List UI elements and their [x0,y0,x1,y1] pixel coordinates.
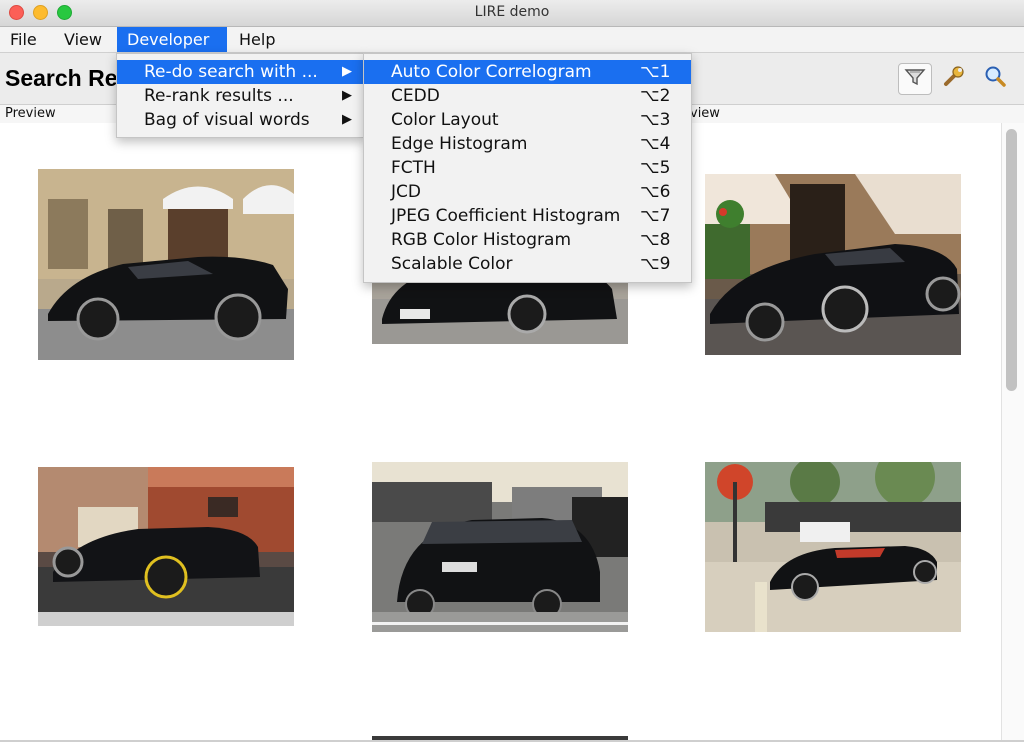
shortcut-label: ⌥1 [640,62,671,82]
submenu-item-jcd[interactable]: JCD ⌥6 [364,180,691,204]
search-button[interactable] [979,63,1011,93]
settings-button[interactable] [938,63,970,93]
submenu-item-label: CEDD [391,86,440,106]
submenu-item-label: Color Layout [391,110,499,130]
redo-search-submenu: Auto Color Correlogram ⌥1 CEDD ⌥2 Color … [363,53,692,283]
submenu-item-label: Auto Color Correlogram [391,62,592,82]
menu-item-label: Re-do search with ... [144,62,318,82]
submenu-item-label: Scalable Color [391,254,513,274]
submenu-item-color-layout[interactable]: Color Layout ⌥3 [364,108,691,132]
submenu-item-edge-histogram[interactable]: Edge Histogram ⌥4 [364,132,691,156]
shortcut-label: ⌥3 [640,110,671,130]
search-icon [983,64,1007,92]
menu-item-bag-of-visual-words[interactable]: Bag of visual words ▶ [117,108,364,132]
result-thumbnail[interactable] [38,467,294,626]
menu-view[interactable]: View [54,27,112,52]
vertical-scrollbar[interactable] [1001,123,1024,740]
column-header-preview[interactable]: Preview [5,106,56,121]
submenu-item-scalable-color[interactable]: Scalable Color ⌥9 [364,252,691,276]
menu-bar: File View Developer Help [0,27,1024,53]
submenu-item-label: JCD [391,182,421,202]
shortcut-label: ⌥2 [640,86,671,106]
window-title: LIRE demo [474,4,550,20]
result-thumbnail[interactable] [372,462,628,632]
result-thumbnail[interactable] [705,174,961,355]
shortcut-label: ⌥5 [640,158,671,178]
submenu-arrow-icon: ▶ [342,112,352,127]
menu-item-rerank-results[interactable]: Re-rank results ... ▶ [117,84,364,108]
submenu-item-jpeg-coefficient-histogram[interactable]: JPEG Coefficient Histogram ⌥7 [364,204,691,228]
developer-menu: Re-do search with ... ▶ Re-rank results … [116,53,365,138]
submenu-item-cedd[interactable]: CEDD ⌥2 [364,84,691,108]
submenu-arrow-icon: ▶ [342,64,352,79]
filter-button[interactable] [898,63,932,95]
shortcut-label: ⌥4 [640,134,671,154]
result-thumbnail[interactable] [38,169,294,360]
submenu-item-label: Edge Histogram [391,134,528,154]
menu-item-label: Re-rank results ... [144,86,294,106]
menu-help[interactable]: Help [229,27,285,52]
menu-item-label: Bag of visual words [144,110,310,130]
submenu-arrow-icon: ▶ [342,88,352,103]
submenu-item-fcth[interactable]: FCTH ⌥5 [364,156,691,180]
menu-file[interactable]: File [0,27,47,52]
submenu-item-auto-color-correlogram[interactable]: Auto Color Correlogram ⌥1 [364,60,691,84]
title-bar: LIRE demo [0,0,1024,27]
result-thumbnail[interactable] [705,462,961,632]
menu-developer[interactable]: Developer [117,27,227,52]
submenu-item-label: FCTH [391,158,436,178]
scrollbar-thumb[interactable] [1006,129,1017,391]
shortcut-label: ⌥6 [640,182,671,202]
shortcut-label: ⌥8 [640,230,671,250]
shortcut-label: ⌥9 [640,254,671,274]
submenu-item-label: JPEG Coefficient Histogram [391,206,621,226]
menu-item-redo-search[interactable]: Re-do search with ... ▶ [117,60,364,84]
submenu-item-rgb-color-histogram[interactable]: RGB Color Histogram ⌥8 [364,228,691,252]
wrench-icon [942,64,966,92]
search-results-title: Search Re [5,65,118,91]
submenu-item-label: RGB Color Histogram [391,230,572,250]
filter-icon [904,67,926,91]
shortcut-label: ⌥7 [640,206,671,226]
